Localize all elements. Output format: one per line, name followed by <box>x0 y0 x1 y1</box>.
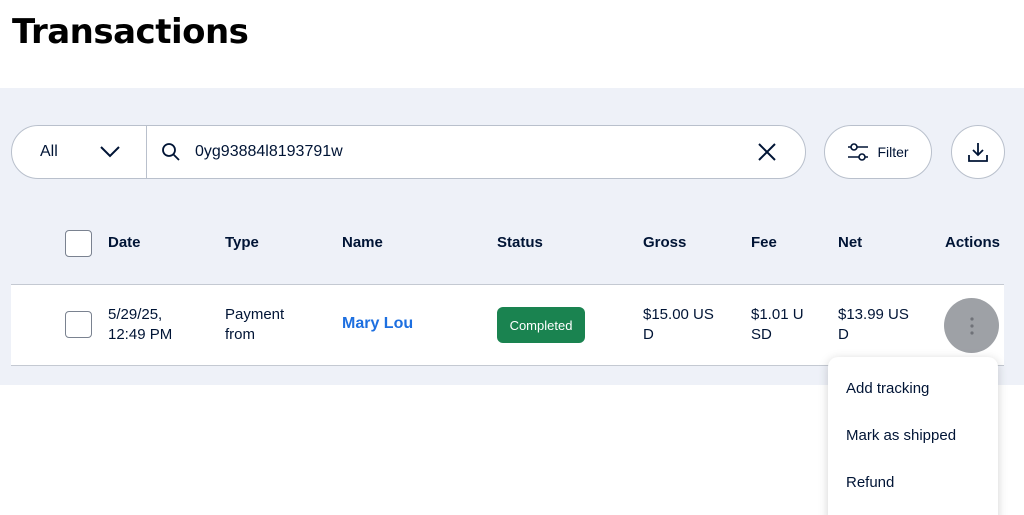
row-fee-line2: SD <box>751 326 772 343</box>
type-filter-value: All <box>40 143 58 160</box>
row-date: 5/29/25, 12:49 PM <box>108 305 172 345</box>
header-type[interactable]: Type <box>225 234 259 251</box>
select-all-checkbox[interactable] <box>65 230 92 257</box>
row-net-line2: D <box>838 326 849 343</box>
clear-search-button[interactable] <box>747 132 787 172</box>
filter-button[interactable]: Filter <box>824 125 932 179</box>
row-net: $13.99 US D <box>838 305 909 345</box>
more-vertical-icon <box>969 316 974 335</box>
header-net[interactable]: Net <box>838 234 862 251</box>
download-button[interactable] <box>951 125 1005 179</box>
row-gross-line2: D <box>643 326 654 343</box>
row-fee-line1: $1.01 U <box>751 306 804 323</box>
row-checkbox[interactable] <box>65 311 92 338</box>
row-name-link[interactable]: Mary Lou <box>342 315 413 333</box>
download-icon <box>968 143 988 162</box>
sliders-icon <box>848 143 869 161</box>
search-field <box>147 126 805 178</box>
row-gross-line1: $15.00 US <box>643 306 714 323</box>
row-type-line2: from <box>225 326 255 343</box>
header-status[interactable]: Status <box>497 234 543 251</box>
menu-item-add-tracking[interactable]: Add tracking <box>846 380 929 397</box>
status-badge: Completed <box>497 307 585 343</box>
chevron-down-icon <box>100 146 120 158</box>
type-filter-dropdown[interactable]: All <box>12 126 147 178</box>
row-type: Payment from <box>225 305 284 345</box>
row-type-line1: Payment <box>225 306 285 323</box>
row-gross: $15.00 US D <box>643 305 714 345</box>
search-input[interactable] <box>195 143 747 161</box>
header-fee[interactable]: Fee <box>751 234 777 251</box>
row-date-line2: 12:49 PM <box>108 326 173 343</box>
search-bar: All <box>11 125 806 179</box>
close-icon <box>758 143 776 161</box>
header-actions: Actions <box>945 234 1001 251</box>
row-actions-button[interactable] <box>944 298 999 353</box>
row-net-line1: $13.99 US <box>838 306 909 323</box>
filter-label: Filter <box>877 144 909 160</box>
header-name[interactable]: Name <box>342 234 383 251</box>
menu-item-mark-as-shipped[interactable]: Mark as shipped <box>846 427 956 444</box>
row-fee: $1.01 U SD <box>751 305 804 345</box>
row-date-line1: 5/29/25, <box>108 306 163 323</box>
menu-item-refund[interactable]: Refund <box>846 474 894 491</box>
header-gross[interactable]: Gross <box>643 234 686 251</box>
search-icon <box>161 141 183 163</box>
actions-menu: Add tracking Mark as shipped Refund <box>828 357 998 515</box>
page-title: Transactions <box>12 12 249 52</box>
transactions-page: Transactions All Filter <box>0 0 1024 515</box>
header-date[interactable]: Date <box>108 234 141 251</box>
